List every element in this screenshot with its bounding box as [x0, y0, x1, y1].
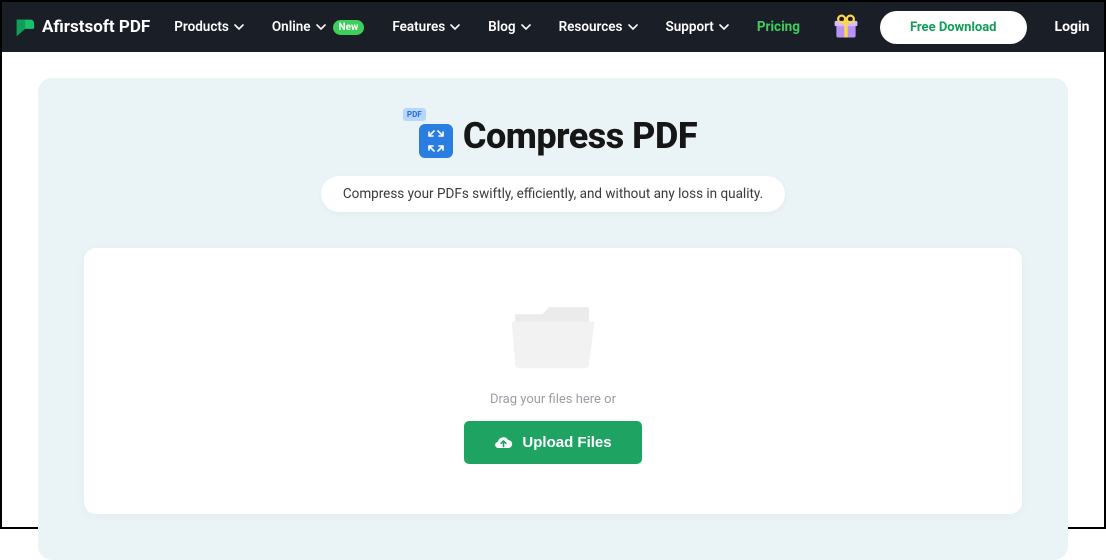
- nav-pricing[interactable]: Pricing: [757, 19, 800, 35]
- gift-icon[interactable]: [832, 13, 860, 41]
- nav-features-label: Features: [392, 19, 445, 35]
- nav-support-label: Support: [666, 19, 714, 35]
- subtitle: Compress your PDFs swiftly, efficiently,…: [321, 176, 785, 212]
- free-download-button[interactable]: Free Download: [880, 11, 1027, 44]
- nav-resources-label: Resources: [559, 19, 623, 35]
- compress-icon: PDF: [409, 114, 453, 158]
- upload-files-button[interactable]: Upload Files: [464, 421, 641, 464]
- upload-button-label: Upload Files: [522, 434, 611, 451]
- page-title: Compress PDF: [463, 115, 697, 157]
- nav-support[interactable]: Support: [666, 19, 729, 35]
- logo-icon: [14, 16, 36, 38]
- login-link[interactable]: Login: [1055, 19, 1090, 35]
- top-nav: Afirstsoft PDF Products Online New Featu…: [2, 2, 1104, 52]
- chevron-down-icon: [234, 22, 244, 32]
- chevron-down-icon: [316, 22, 326, 32]
- cloud-upload-icon: [494, 435, 513, 450]
- nav-features[interactable]: Features: [392, 19, 460, 35]
- brand-name: Afirstsoft PDF: [42, 17, 150, 37]
- nav-resources[interactable]: Resources: [559, 19, 638, 35]
- chevron-down-icon: [521, 22, 531, 32]
- nav-online-label: Online: [272, 19, 311, 35]
- nav-products-label: Products: [174, 19, 229, 35]
- chevron-down-icon: [450, 22, 460, 32]
- title-section: PDF Compress PDF Compress your PDFs swif…: [84, 114, 1022, 212]
- upload-dropzone[interactable]: Drag your files here or Upload Files: [84, 248, 1022, 514]
- tool-panel: PDF Compress PDF Compress your PDFs swif…: [38, 78, 1068, 560]
- main-nav: Products Online New Features Blog Resour…: [174, 13, 860, 41]
- chevron-down-icon: [719, 22, 729, 32]
- brand-logo[interactable]: Afirstsoft PDF: [14, 16, 150, 38]
- folder-icon: [508, 296, 598, 374]
- pdf-tag: PDF: [403, 108, 426, 121]
- drag-hint: Drag your files here or: [490, 392, 616, 407]
- nav-blog[interactable]: Blog: [488, 19, 530, 35]
- nav-products[interactable]: Products: [174, 19, 244, 35]
- nav-blog-label: Blog: [488, 19, 515, 35]
- main-content: PDF Compress PDF Compress your PDFs swif…: [2, 52, 1104, 560]
- chevron-down-icon: [628, 22, 638, 32]
- nav-online[interactable]: Online New: [272, 19, 364, 35]
- title-row: PDF Compress PDF: [409, 114, 697, 158]
- new-badge: New: [333, 20, 365, 35]
